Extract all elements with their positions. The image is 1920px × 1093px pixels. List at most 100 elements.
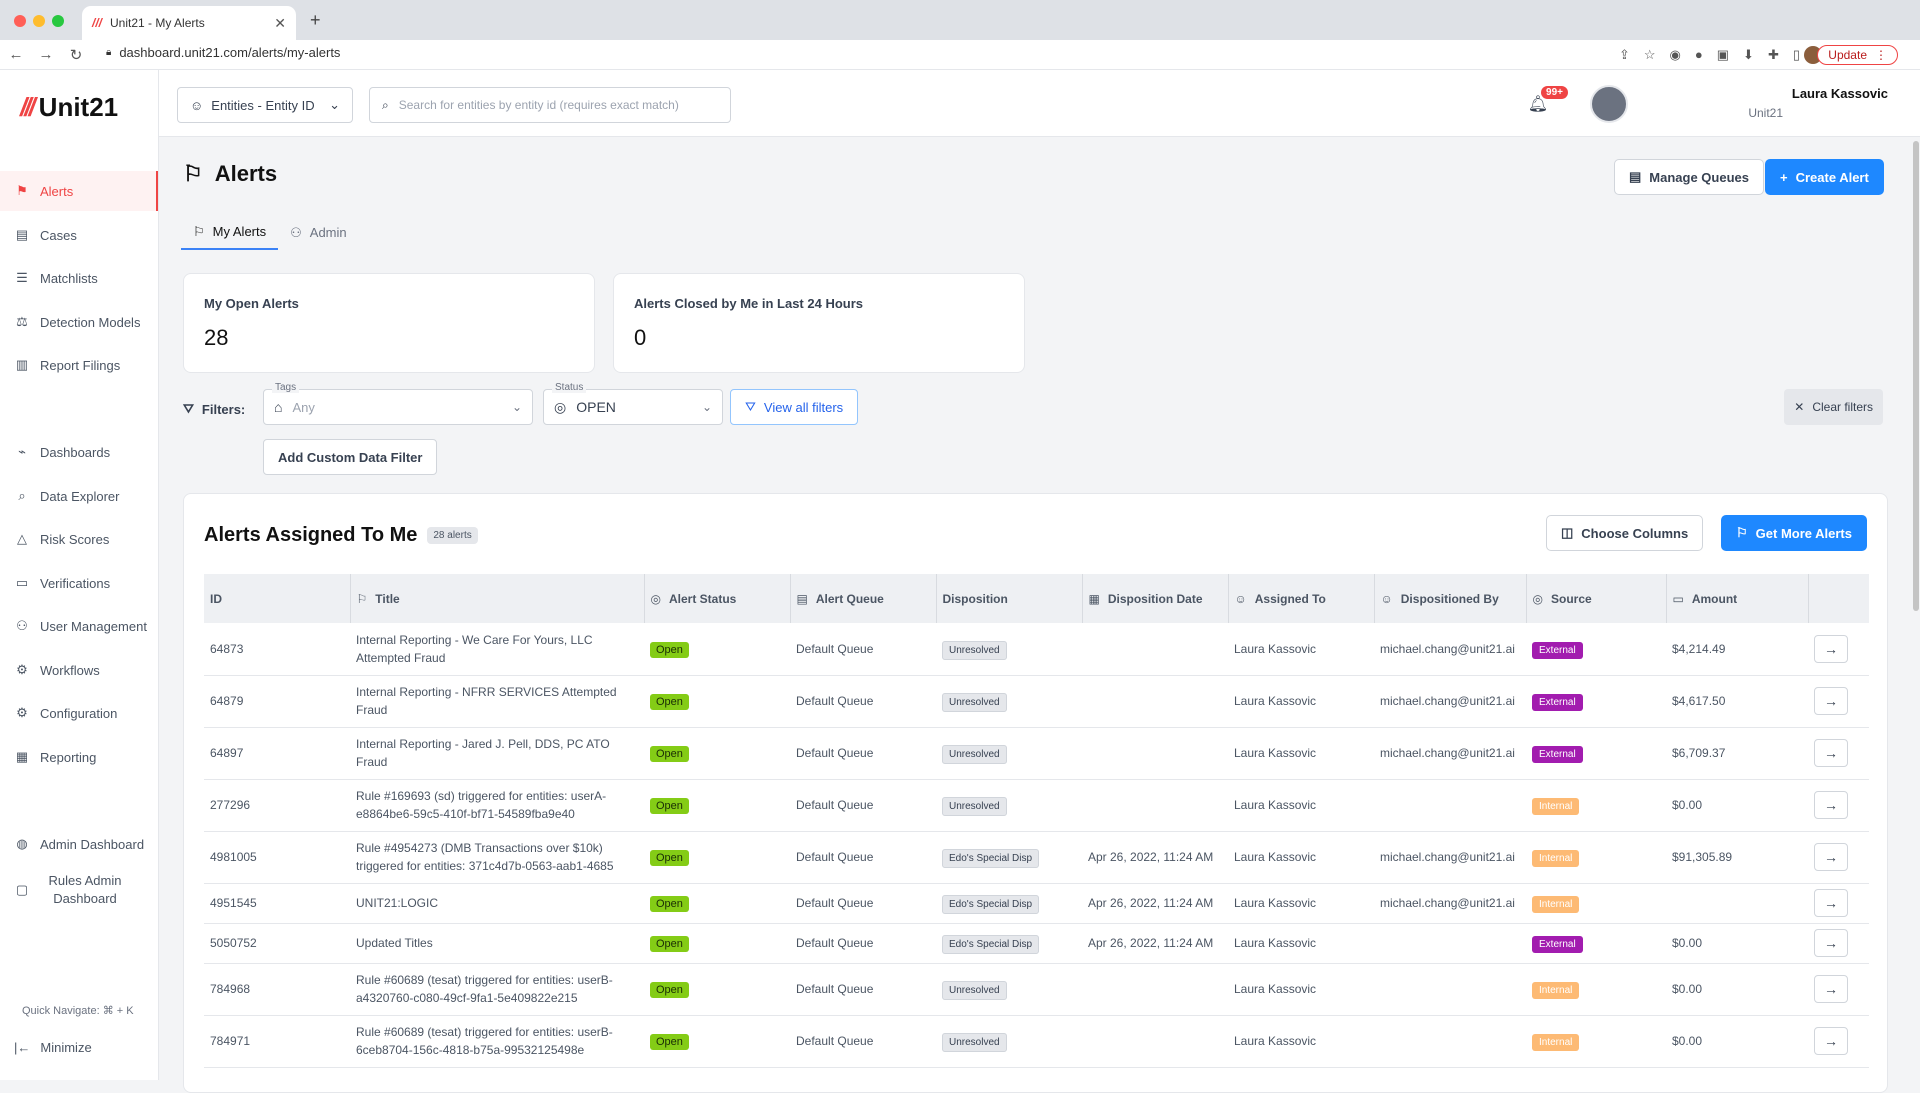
open-alert-button[interactable]: → bbox=[1814, 929, 1848, 957]
column-header-assigned-to[interactable]: ☺ Assigned To bbox=[1227, 574, 1374, 623]
sidebar-item-report-filings[interactable]: ▥ Report Filings bbox=[0, 345, 158, 385]
bookmark-star-icon[interactable]: ☆ bbox=[1644, 47, 1656, 63]
sidebar-item-admin-dashboard[interactable]: ◍ Admin Dashboard bbox=[0, 824, 158, 864]
cell-disposition: Unresolved bbox=[936, 727, 1082, 779]
sidebar-item-user-management[interactable]: ⚇ User Management bbox=[0, 606, 158, 646]
sidebar-toggle-icon[interactable]: ▯ bbox=[1793, 47, 1800, 63]
alert-title[interactable]: Rule #169693 (sd) triggered for entities… bbox=[356, 789, 606, 821]
minimize-label: Minimize bbox=[40, 1040, 92, 1055]
scrollbar-thumb[interactable] bbox=[1913, 141, 1919, 611]
disposition-date: Apr 26, 2022, 11:24 AM bbox=[1088, 936, 1214, 950]
column-header-disposition[interactable]: Disposition bbox=[935, 574, 1082, 623]
back-icon[interactable]: ← bbox=[4, 46, 28, 63]
open-alert-button[interactable]: → bbox=[1814, 975, 1848, 1003]
column-header-source[interactable]: ◎ Source bbox=[1525, 574, 1666, 623]
manage-queues-button[interactable]: ▤ Manage Queues bbox=[1614, 159, 1764, 195]
url-field[interactable]: 🔒︎ dashboard.unit21.com/alerts/my-alerts bbox=[106, 45, 340, 60]
extension-icon[interactable]: ● bbox=[1695, 47, 1703, 63]
table-row[interactable]: 5050752 Updated Titles Open Default Queue Ed… bbox=[204, 923, 1869, 963]
open-alert-button[interactable]: → bbox=[1814, 634, 1848, 663]
table-header-row: ID ⚐ Title ◎ Alert Status ▤ Alert Queue Dis… bbox=[204, 574, 1869, 623]
sidebar-item-verifications[interactable]: ▭ Verifications bbox=[0, 563, 158, 603]
status-filter-select[interactable]: Status ◎ OPEN ⌄ bbox=[543, 382, 723, 425]
cell-assigned-to: Laura Kassovic bbox=[1228, 883, 1374, 923]
page-scrollbar[interactable] bbox=[1912, 137, 1920, 1080]
table-row[interactable]: 64873 Internal Reporting - We Care For Yo… bbox=[204, 623, 1869, 675]
sidebar-item-risk-scores[interactable]: △ Risk Scores bbox=[0, 519, 158, 559]
close-window-button[interactable] bbox=[14, 15, 26, 27]
browser-tab[interactable]: /// Unit21 - My Alerts ✕ bbox=[82, 6, 296, 40]
table-row[interactable]: 64897 Internal Reporting - Jared J. Pell,… bbox=[204, 727, 1869, 779]
reload-icon[interactable]: ↻ bbox=[64, 46, 88, 64]
sidebar-item-reporting[interactable]: ▦ Reporting bbox=[0, 737, 158, 777]
column-header-alert-queue[interactable]: ▤ Alert Queue bbox=[789, 574, 936, 623]
open-alert-button[interactable]: → bbox=[1814, 791, 1848, 819]
alert-title[interactable]: Internal Reporting - Jared J. Pell, DDS,… bbox=[356, 737, 610, 769]
column-header-dispositioned-by[interactable]: ☺ Dispositioned By bbox=[1373, 574, 1526, 623]
entity-type-select[interactable]: ☺ Entities - Entity ID ⌄ bbox=[177, 87, 353, 123]
choose-columns-button[interactable]: ◫ Choose Columns bbox=[1546, 515, 1704, 551]
sidebar-item-dashboards[interactable]: ⌁ Dashboards bbox=[0, 432, 158, 472]
table-row[interactable]: 4951545 UNIT21:LOGIC Open Default Queue Edo'… bbox=[204, 883, 1869, 923]
user-name[interactable]: Laura Kassovic bbox=[1792, 86, 1888, 101]
alert-title[interactable]: UNIT21:LOGIC bbox=[356, 896, 438, 910]
sidebar-item-rules-admin-dashboard[interactable]: ▢ Rules Admin Dashboard bbox=[0, 867, 158, 913]
open-alert-button[interactable]: → bbox=[1814, 843, 1848, 871]
open-alert-button[interactable]: → bbox=[1814, 1027, 1848, 1055]
cell-title: Rule #60689 (tesat) triggered for entiti… bbox=[350, 963, 644, 1015]
table-row[interactable]: 277296 Rule #169693 (sd) triggered for en… bbox=[204, 779, 1869, 831]
new-tab-icon[interactable]: + bbox=[310, 10, 321, 31]
sidebar-item-cases[interactable]: ▤ Cases bbox=[0, 215, 158, 255]
column-header-amount[interactable]: ▭ Amount bbox=[1665, 574, 1808, 623]
sidebar-item-matchlists[interactable]: ☰ Matchlists bbox=[0, 258, 158, 298]
alert-title[interactable]: Internal Reporting - NFRR SERVICES Attem… bbox=[356, 685, 617, 717]
view-all-filters-button[interactable]: ⛛ View all filters bbox=[730, 389, 859, 425]
sidebar-item-workflows[interactable]: ⚙ Workflows bbox=[0, 650, 158, 690]
tab-admin[interactable]: ⚇ Admin bbox=[278, 215, 359, 250]
cell-disposition-date bbox=[1082, 1015, 1228, 1067]
update-button[interactable]: Update ⋮ bbox=[1817, 45, 1898, 65]
alert-title[interactable]: Rule #60689 (tesat) triggered for entiti… bbox=[356, 973, 613, 1005]
user-avatar[interactable] bbox=[1590, 85, 1628, 123]
alerts-tabs: ⚐ My Alerts ⚇ Admin bbox=[181, 215, 359, 250]
sidebar-item-detection-models[interactable]: ⚖ Detection Models bbox=[0, 302, 158, 342]
extension-icon[interactable]: ◉ bbox=[1670, 47, 1681, 63]
open-alert-button[interactable]: → bbox=[1814, 687, 1848, 715]
table-row[interactable]: 784971 Rule #60689 (tesat) triggered for … bbox=[204, 1015, 1869, 1067]
filters-bar: ⛛ Filters: Tags ⌂ Any ⌄ Status ◎ OPEN ⌄ … bbox=[183, 382, 1883, 489]
forward-icon[interactable]: → bbox=[34, 46, 58, 63]
entity-search-input[interactable]: ⌕ Search for entities by entity id (requ… bbox=[369, 87, 731, 123]
table-row[interactable]: 64879 Internal Reporting - NFRR SERVICES … bbox=[204, 675, 1869, 727]
minimize-window-button[interactable] bbox=[33, 15, 45, 27]
alert-title[interactable]: Updated Titles bbox=[356, 936, 433, 950]
add-custom-data-filter-button[interactable]: Add Custom Data Filter bbox=[263, 439, 438, 475]
minimize-sidebar-button[interactable]: |← Minimize bbox=[14, 1040, 92, 1055]
zoom-window-button[interactable] bbox=[52, 15, 64, 27]
puzzle-icon[interactable]: ✚ bbox=[1768, 47, 1779, 63]
get-more-alerts-button[interactable]: ⚐ Get More Alerts bbox=[1721, 515, 1867, 551]
table-row[interactable]: 4981005 Rule #4954273 (DMB Transactions o… bbox=[204, 831, 1869, 883]
sidebar-item-alerts[interactable]: ⚑ Alerts bbox=[0, 171, 158, 211]
clear-filters-button[interactable]: ✕ Clear filters bbox=[1784, 389, 1883, 425]
close-tab-icon[interactable]: ✕ bbox=[274, 15, 286, 32]
column-header-id[interactable]: ID bbox=[204, 574, 350, 623]
alert-title[interactable]: Rule #60689 (tesat) triggered for entiti… bbox=[356, 1025, 613, 1057]
open-alert-button[interactable]: → bbox=[1814, 889, 1848, 917]
column-header-disposition-date[interactable]: ▦ Disposition Date bbox=[1081, 574, 1228, 623]
flag-icon: ⚐ bbox=[356, 591, 368, 606]
sidebar-item-configuration[interactable]: ⚙ Configuration bbox=[0, 693, 158, 733]
tags-filter-select[interactable]: Tags ⌂ Any ⌄ bbox=[263, 382, 533, 425]
share-icon[interactable]: ⇪ bbox=[1619, 47, 1630, 63]
alert-title[interactable]: Internal Reporting - We Care For Yours, … bbox=[356, 633, 593, 665]
create-alert-button[interactable]: + Create Alert bbox=[1765, 159, 1884, 195]
table-row[interactable]: 784968 Rule #60689 (tesat) triggered for … bbox=[204, 963, 1869, 1015]
open-alert-button[interactable]: → bbox=[1814, 739, 1848, 767]
download-icon[interactable]: ⬇ bbox=[1743, 47, 1754, 63]
sidebar-item-data-explorer[interactable]: ⌕ Data Explorer bbox=[0, 476, 158, 516]
unit21-logo[interactable]: /// Unit21 bbox=[20, 92, 118, 123]
alert-title[interactable]: Rule #4954273 (DMB Transactions over $10… bbox=[356, 841, 614, 873]
column-header-alert-status[interactable]: ◎ Alert Status bbox=[643, 574, 790, 623]
column-header-title[interactable]: ⚐ Title bbox=[349, 574, 644, 623]
extension-icon[interactable]: ▣ bbox=[1717, 47, 1729, 63]
tab-my-alerts[interactable]: ⚐ My Alerts bbox=[181, 215, 279, 250]
